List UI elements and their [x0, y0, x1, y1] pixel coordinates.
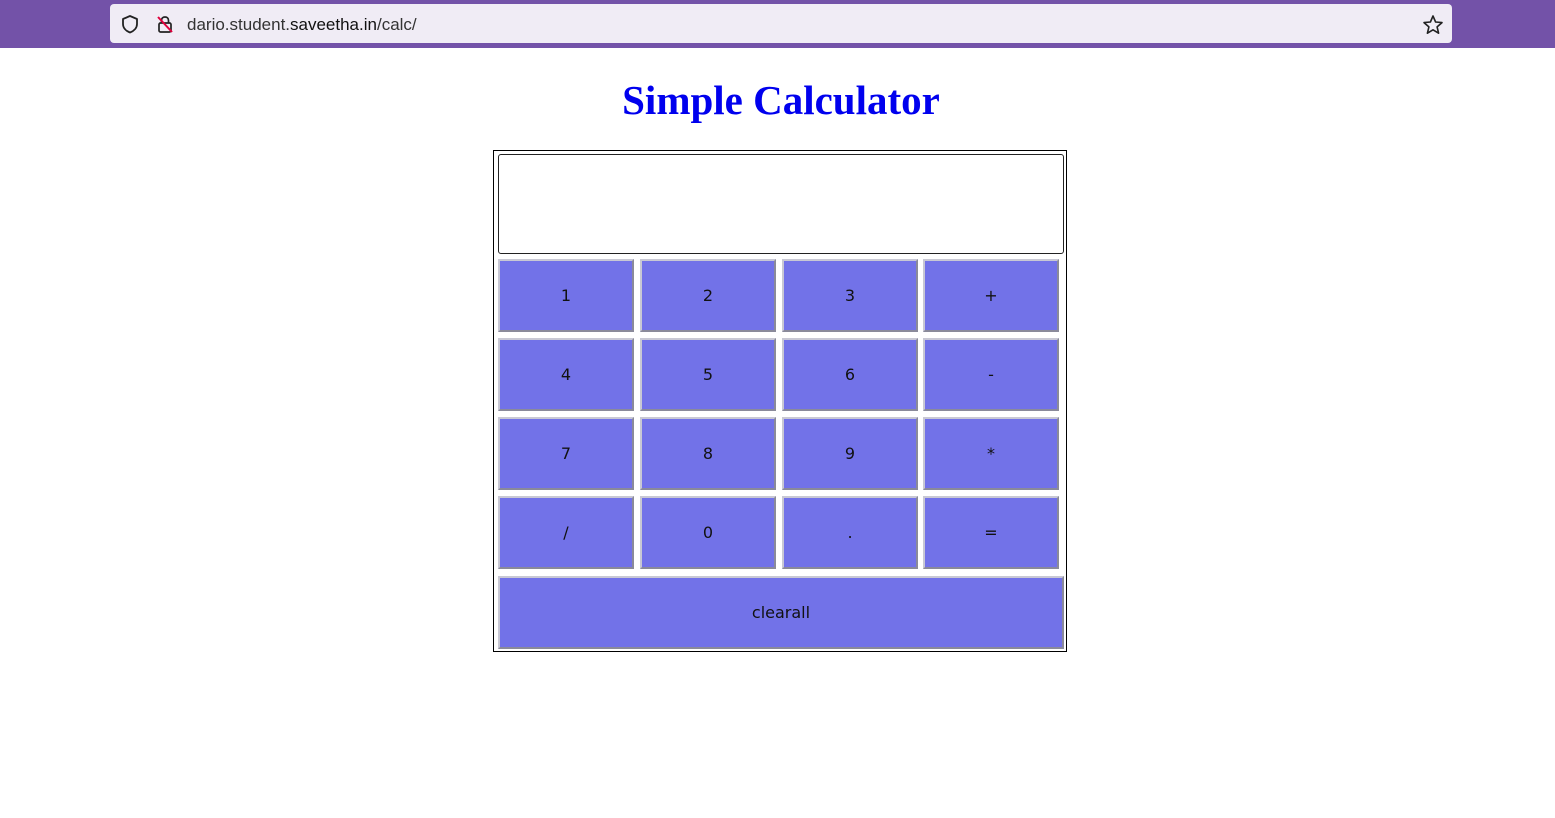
shield-icon[interactable] [120, 14, 140, 34]
insecure-lock-icon[interactable] [155, 14, 175, 34]
key-1[interactable]: 1 [498, 259, 634, 332]
key-9[interactable]: 9 [782, 417, 918, 490]
browser-toolbar: dario.student.saveetha.in/calc/ [0, 0, 1555, 48]
key-multiply[interactable]: * [923, 417, 1059, 490]
url-host: saveetha.in [290, 15, 377, 34]
key-equals[interactable]: = [923, 496, 1059, 569]
key-divide[interactable]: / [498, 496, 634, 569]
key-5[interactable]: 5 [640, 338, 776, 411]
calculator-display[interactable] [498, 154, 1064, 254]
key-plus[interactable]: + [923, 259, 1059, 332]
page-title: Simple Calculator [622, 77, 940, 123]
key-2[interactable]: 2 [640, 259, 776, 332]
bookmark-star-icon[interactable] [1422, 14, 1443, 34]
url-text[interactable]: dario.student.saveetha.in/calc/ [187, 15, 417, 35]
key-minus[interactable]: - [923, 338, 1059, 411]
key-3[interactable]: 3 [782, 259, 918, 332]
url-path: /calc/ [376, 15, 417, 34]
key-decimal[interactable]: . [782, 496, 918, 569]
key-8[interactable]: 8 [640, 417, 776, 490]
key-7[interactable]: 7 [498, 417, 634, 490]
key-4[interactable]: 4 [498, 338, 634, 411]
key-6[interactable]: 6 [782, 338, 918, 411]
key-0[interactable]: 0 [640, 496, 776, 569]
address-bar[interactable]: dario.student.saveetha.in/calc/ [110, 4, 1452, 43]
clearall-button[interactable]: clearall [498, 576, 1064, 649]
url-prefix: dario.student. [187, 15, 291, 34]
